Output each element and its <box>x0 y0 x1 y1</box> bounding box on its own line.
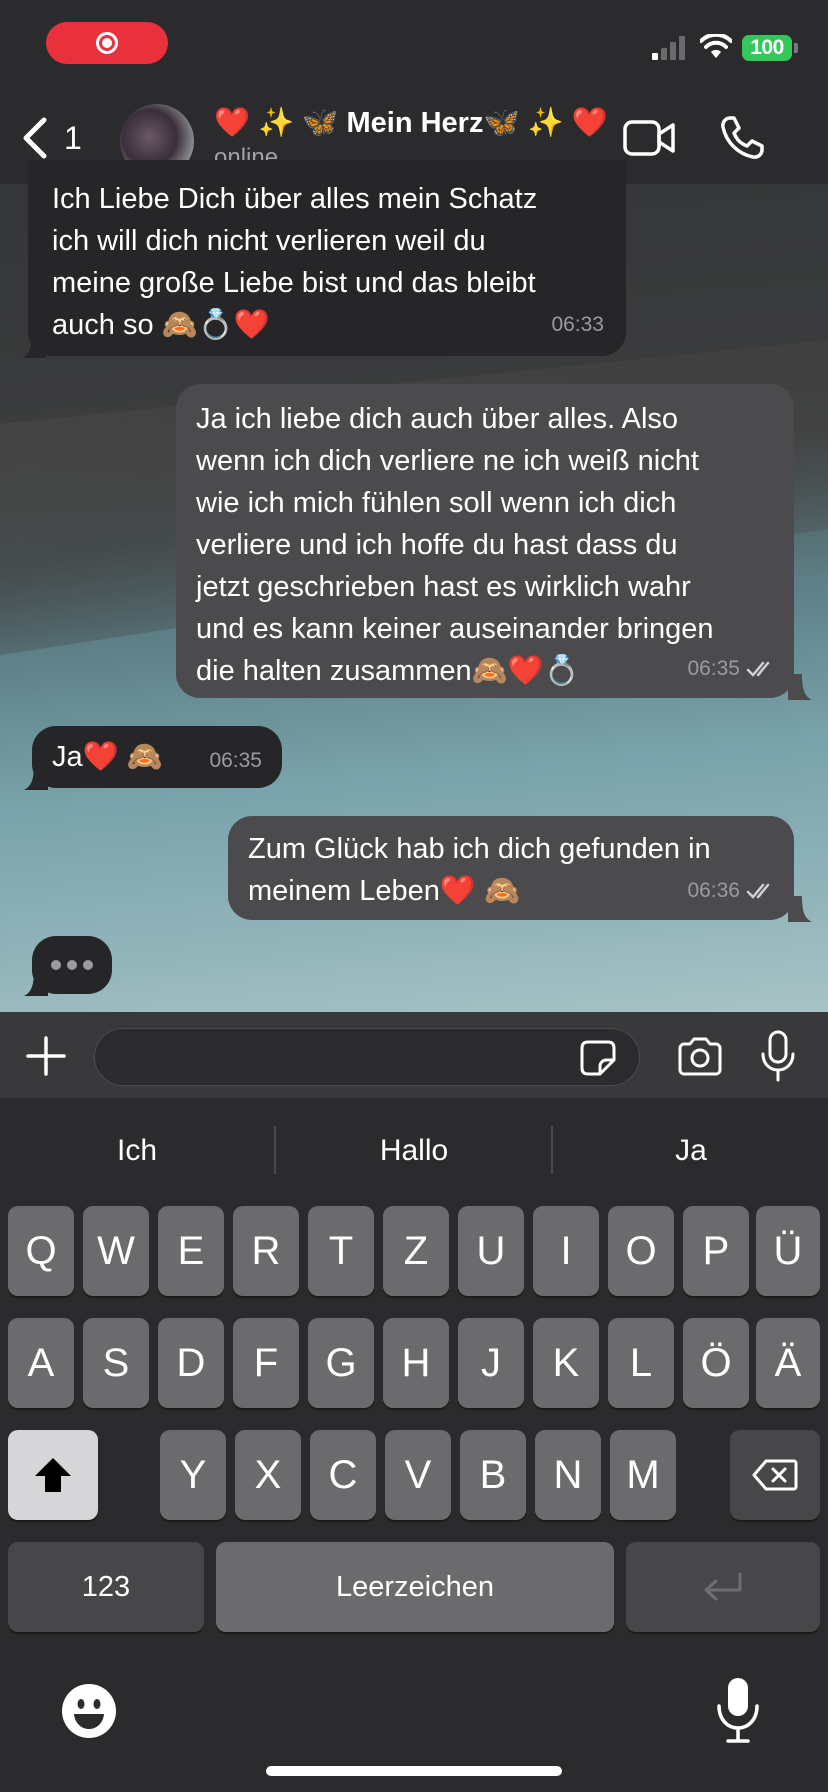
phone-icon[interactable] <box>718 114 766 162</box>
microphone-icon[interactable] <box>760 1030 796 1082</box>
bubble-tail <box>22 332 46 358</box>
message-bubble-outgoing[interactable]: Zum Glück hab ich dich gefunden in meine… <box>228 816 794 920</box>
plus-icon[interactable] <box>24 1034 68 1078</box>
key[interactable]: Ö <box>683 1318 749 1408</box>
key[interactable]: L <box>608 1318 674 1408</box>
key[interactable]: M <box>610 1430 676 1520</box>
key[interactable]: V <box>385 1430 451 1520</box>
key[interactable]: Ä <box>756 1318 820 1408</box>
dictation-microphone-icon[interactable] <box>716 1676 760 1744</box>
suggestion-2[interactable]: Hallo <box>279 1126 549 1176</box>
key[interactable]: T <box>308 1206 374 1296</box>
bubble-tail <box>788 674 812 700</box>
numbers-key[interactable]: 123 <box>8 1542 204 1632</box>
key[interactable]: Z <box>383 1206 449 1296</box>
key[interactable]: R <box>233 1206 299 1296</box>
key[interactable]: S <box>83 1318 149 1408</box>
key[interactable]: Q <box>8 1206 74 1296</box>
message-bubble-incoming[interactable]: Ich Liebe Dich über alles mein Schatz ic… <box>28 160 626 356</box>
message-time: 06:35 <box>209 749 262 772</box>
key[interactable]: F <box>233 1318 299 1408</box>
message-time: 06:35 <box>687 657 740 680</box>
message-meta: 06:35 <box>209 740 262 782</box>
message-meta: 06:33 <box>551 304 604 346</box>
battery-indicator: 100 <box>742 35 792 61</box>
emoji-icon[interactable] <box>60 1682 118 1740</box>
shift-icon <box>35 1458 71 1492</box>
double-check-icon <box>746 883 770 899</box>
key[interactable]: H <box>383 1318 449 1408</box>
space-key[interactable]: Leerzeichen <box>216 1542 614 1632</box>
return-icon <box>704 1572 742 1601</box>
message-text: Ich Liebe Dich über alles mein Schatz ic… <box>52 183 538 341</box>
double-check-icon <box>746 661 770 677</box>
key[interactable]: C <box>310 1430 376 1520</box>
screen-recording-indicator[interactable] <box>46 22 168 64</box>
key[interactable]: N <box>535 1430 601 1520</box>
video-call-icon[interactable] <box>622 116 676 160</box>
key[interactable]: W <box>83 1206 149 1296</box>
key[interactable]: D <box>158 1318 224 1408</box>
keyboard: Ich Hallo Ja Q W E R T Z U I O P Ü A S D… <box>0 1098 828 1792</box>
suggestion-3[interactable]: Ja <box>556 1126 826 1176</box>
sticker-icon[interactable] <box>578 1038 618 1078</box>
message-time: 06:36 <box>687 879 740 902</box>
backspace-icon <box>752 1459 798 1491</box>
key[interactable]: Ü <box>756 1206 820 1296</box>
bubble-tail <box>24 764 48 790</box>
message-input[interactable] <box>94 1028 640 1086</box>
delete-key[interactable] <box>730 1430 820 1520</box>
cellular-signal-icon <box>652 36 685 60</box>
return-key[interactable] <box>626 1542 820 1632</box>
key[interactable]: P <box>683 1206 749 1296</box>
battery-tip <box>794 43 798 53</box>
divider <box>274 1126 276 1174</box>
key[interactable]: B <box>460 1430 526 1520</box>
record-icon <box>96 32 118 54</box>
message-bubble-outgoing[interactable]: Ja ich liebe dich auch über alles. Also … <box>176 384 794 698</box>
key[interactable]: U <box>458 1206 524 1296</box>
key[interactable]: Y <box>160 1430 226 1520</box>
key[interactable]: I <box>533 1206 599 1296</box>
camera-icon[interactable] <box>676 1036 724 1078</box>
home-indicator[interactable] <box>266 1766 562 1776</box>
shift-key[interactable] <box>8 1430 98 1520</box>
predictive-bar: Ich Hallo Ja <box>0 1098 828 1202</box>
key[interactable]: G <box>308 1318 374 1408</box>
suggestion-1[interactable]: Ich <box>2 1126 272 1176</box>
key[interactable]: X <box>235 1430 301 1520</box>
divider <box>551 1126 553 1174</box>
key[interactable]: O <box>608 1206 674 1296</box>
status-bar: 100 <box>0 0 828 96</box>
unread-count: 1 <box>64 119 82 156</box>
back-button[interactable]: 1 <box>18 110 88 166</box>
message-composer <box>0 1012 828 1098</box>
message-meta: 06:35 <box>687 648 776 690</box>
bubble-tail <box>24 970 48 996</box>
key[interactable]: E <box>158 1206 224 1296</box>
key[interactable]: A <box>8 1318 74 1408</box>
key[interactable]: K <box>533 1318 599 1408</box>
contact-name[interactable]: ❤️ ✨ 🦋 Mein Herz🦋 ✨ ❤️ <box>214 106 608 140</box>
message-time: 06:33 <box>551 313 604 336</box>
chevron-left-icon <box>23 117 47 159</box>
bubble-tail <box>788 896 812 922</box>
message-meta: 06:36 <box>687 870 776 912</box>
message-bubble-incoming[interactable]: Ja❤️ 🙈 06:35 <box>32 726 282 788</box>
key[interactable]: J <box>458 1318 524 1408</box>
wifi-icon <box>700 34 732 58</box>
